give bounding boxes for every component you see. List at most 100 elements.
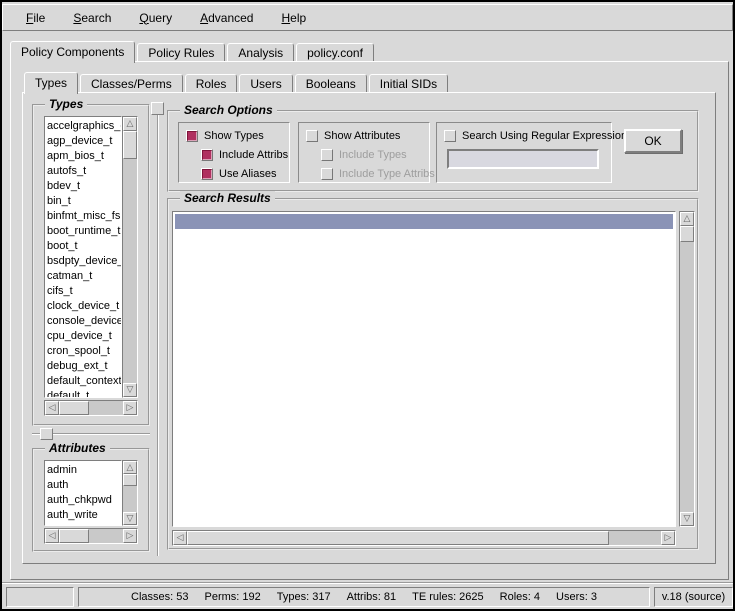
list-item-auth[interactable]: auth <box>47 478 121 493</box>
list-item-auth-write[interactable]: auth_write <box>47 508 121 523</box>
list-item-admin[interactable]: admin <box>47 463 121 478</box>
right-arrow-icon[interactable]: ▷ <box>123 401 137 415</box>
left-arrow-icon[interactable]: ◁ <box>45 401 59 415</box>
list-item-catman-t[interactable]: catman_t <box>47 269 121 284</box>
types-horizontal-scrollbar[interactable]: ◁ ▷ <box>44 400 138 416</box>
scrollbar-thumb[interactable] <box>123 474 137 486</box>
scrollbar-trough[interactable] <box>89 401 123 415</box>
subtab-types[interactable]: Types <box>24 72 78 94</box>
subtab-classes-perms[interactable]: Classes/Perms <box>80 74 183 92</box>
vertical-sash-handle[interactable] <box>151 102 164 115</box>
results-horizontal-scrollbar[interactable]: ◁ ▷ <box>172 530 676 546</box>
scrollbar-thumb[interactable] <box>59 529 89 543</box>
check-row-search-using-regular-expression[interactable]: Search Using Regular Expression <box>444 130 611 142</box>
subtab-booleans[interactable]: Booleans <box>295 74 367 92</box>
checkbox-label: Include Attribs <box>219 149 288 161</box>
check-row-include-types[interactable]: Include Types <box>321 149 429 161</box>
types-vertical-scrollbar[interactable]: △ ▽ <box>122 116 138 398</box>
regex-input[interactable] <box>447 149 599 169</box>
scrollbar-trough[interactable] <box>123 486 137 512</box>
checkbox-show-types[interactable] <box>186 130 198 142</box>
check-row-include-attribs[interactable]: Include Attribs <box>201 149 289 161</box>
list-item-bin-t[interactable]: bin_t <box>47 194 121 209</box>
left-arrow-icon[interactable]: ◁ <box>173 531 187 545</box>
tab-policy-rules[interactable]: Policy Rules <box>137 43 225 61</box>
list-item-debug-ext-t[interactable]: debug_ext_t <box>47 359 121 374</box>
scrollbar-thumb[interactable] <box>59 401 89 415</box>
menu-item-query[interactable]: Query <box>128 8 183 28</box>
checkbox-use-aliases[interactable] <box>201 168 213 180</box>
list-item-agp-device-t[interactable]: agp_device_t <box>47 134 121 149</box>
down-arrow-icon[interactable]: ▽ <box>123 512 137 525</box>
list-item-auth-chkpwd[interactable]: auth_chkpwd <box>47 493 121 508</box>
search-results-textarea[interactable] <box>172 211 676 527</box>
list-item-default-t[interactable]: default_t <box>47 389 121 398</box>
menu-item-help[interactable]: Help <box>270 8 317 28</box>
list-item-console-device[interactable]: console_device <box>47 314 121 329</box>
menu-bar: File Search Query Advanced Help <box>2 4 733 31</box>
check-row-show-attributes[interactable]: Show Attributes <box>306 130 429 142</box>
check-row-include-type-attribs[interactable]: Include Type Attribs <box>321 168 429 180</box>
tab-policy-conf[interactable]: policy.conf <box>296 43 374 61</box>
right-arrow-icon[interactable]: ▷ <box>123 529 137 543</box>
down-arrow-icon[interactable]: ▽ <box>680 512 694 526</box>
list-item-cpu-device-t[interactable]: cpu_device_t <box>47 329 121 344</box>
list-item-bsdpty-device[interactable]: bsdpty_device_ <box>47 254 121 269</box>
vertical-sash[interactable] <box>157 104 159 556</box>
checkbox-search-using-regular-expression[interactable] <box>444 130 456 142</box>
up-arrow-icon[interactable]: △ <box>123 461 137 474</box>
subtab-users[interactable]: Users <box>239 74 292 92</box>
scrollbar-thumb[interactable] <box>680 226 694 242</box>
list-item-bdev-t[interactable]: bdev_t <box>47 179 121 194</box>
checkbox-include-type-attribs[interactable] <box>321 168 333 180</box>
scrollbar-trough[interactable] <box>123 159 137 383</box>
list-item-default-context[interactable]: default_context <box>47 374 121 389</box>
subtab-initial-sids[interactable]: Initial SIDs <box>369 74 448 92</box>
list-item-boot-runtime-t[interactable]: boot_runtime_t <box>47 224 121 239</box>
scrollbar-trough[interactable] <box>89 529 123 543</box>
down-arrow-icon[interactable]: ▽ <box>123 383 137 397</box>
scrollbar-trough[interactable] <box>680 242 694 512</box>
list-item-autofs-t[interactable]: autofs_t <box>47 164 121 179</box>
attributes-listbox[interactable]: adminauthauth_chkpwdauth_write <box>44 460 122 526</box>
menu-item-file[interactable]: File <box>15 8 56 28</box>
checkbox-include-types[interactable] <box>321 149 333 161</box>
checkbox-include-attribs[interactable] <box>201 149 213 161</box>
up-arrow-icon[interactable]: △ <box>123 117 137 131</box>
left-arrow-icon[interactable]: ◁ <box>45 529 59 543</box>
list-item-accelgraphics-e[interactable]: accelgraphics_e <box>47 119 121 134</box>
tab-policy-components[interactable]: Policy Components <box>10 41 135 63</box>
show-types-check-group: Show Types Include Attribs Use Aliases <box>178 122 290 183</box>
menu-item-search[interactable]: Search <box>62 8 122 28</box>
checkbox-show-attributes[interactable] <box>306 130 318 142</box>
attributes-group-title: Attributes <box>45 441 110 455</box>
attributes-vertical-scrollbar[interactable]: △ ▽ <box>122 460 138 526</box>
types-listbox[interactable]: accelgraphics_eagp_device_tapm_bios_taut… <box>44 116 122 398</box>
show-attributes-check-group: Show Attributes Include Types Include Type… <box>298 122 430 183</box>
stat-classes: Classes: 53 <box>131 591 188 603</box>
list-item-binfmt-misc-fs[interactable]: binfmt_misc_fs <box>47 209 121 224</box>
results-vertical-scrollbar[interactable]: △ ▽ <box>679 211 695 527</box>
scrollbar-thumb[interactable] <box>187 531 609 545</box>
statusbar-separator <box>2 582 733 584</box>
scrollbar-trough[interactable] <box>609 531 661 545</box>
menu-item-advanced[interactable]: Advanced <box>189 8 264 28</box>
checkbox-label: Show Types <box>204 130 264 142</box>
list-item-apm-bios-t[interactable]: apm_bios_t <box>47 149 121 164</box>
main-tab-bar: Policy ComponentsPolicy RulesAnalysispol… <box>10 39 376 61</box>
ok-button[interactable]: OK <box>624 129 682 153</box>
list-item-clock-device-t[interactable]: clock_device_t <box>47 299 121 314</box>
right-arrow-icon[interactable]: ▷ <box>661 531 675 545</box>
check-row-use-aliases[interactable]: Use Aliases <box>201 168 289 180</box>
subtab-roles[interactable]: Roles <box>185 74 238 92</box>
horizontal-sash-handle[interactable] <box>40 428 53 440</box>
tab-analysis[interactable]: Analysis <box>227 43 294 61</box>
list-item-boot-t[interactable]: boot_t <box>47 239 121 254</box>
up-arrow-icon[interactable]: △ <box>680 212 694 226</box>
scrollbar-thumb[interactable] <box>123 131 137 159</box>
list-item-cron-spool-t[interactable]: cron_spool_t <box>47 344 121 359</box>
check-row-show-types[interactable]: Show Types <box>186 130 289 142</box>
attributes-horizontal-scrollbar[interactable]: ◁ ▷ <box>44 528 138 544</box>
list-item-cifs-t[interactable]: cifs_t <box>47 284 121 299</box>
stat-types: Types: 317 <box>277 591 331 603</box>
